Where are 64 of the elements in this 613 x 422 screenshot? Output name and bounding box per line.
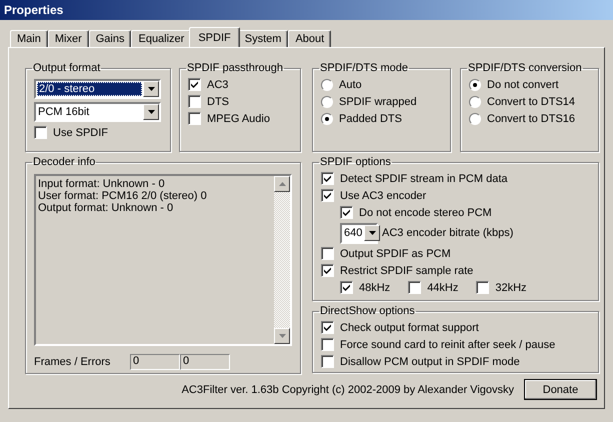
errors-field: 0 (180, 354, 230, 370)
radio-button[interactable] (321, 112, 333, 124)
checkbox[interactable]: AC3 (188, 76, 292, 93)
group-title: Decoder info (32, 156, 96, 168)
radio-label[interactable]: Auto (339, 78, 362, 90)
check-icon (342, 208, 351, 217)
caret-icon (148, 87, 154, 91)
radio-button[interactable] (469, 112, 481, 124)
checkbox[interactable]: Use AC3 encoder (321, 187, 590, 204)
info-line: Output format: Unknown - 0 (38, 202, 174, 214)
checkbox[interactable]: Check output format support (321, 319, 590, 336)
group-title: SPDIF passthrough (186, 62, 284, 74)
group-title: SPDIF/DTS mode (319, 62, 410, 74)
tab[interactable]: About (288, 30, 332, 47)
checkbox[interactable]: 48kHz (340, 279, 390, 296)
tab[interactable]: Gains (88, 30, 132, 47)
tab[interactable]: Mixer (48, 30, 89, 47)
tab[interactable]: Main (10, 30, 48, 47)
radio-button[interactable] (469, 78, 481, 90)
radio-label[interactable]: Padded DTS (339, 112, 402, 124)
caret-icon (148, 110, 154, 114)
scroll-down-icon (278, 334, 286, 338)
check-icon (190, 80, 199, 89)
checkbox[interactable]: 32kHz (476, 279, 527, 296)
frames-field: 0 (130, 354, 180, 370)
donate-button[interactable]: Donate (524, 379, 597, 400)
radio-button[interactable] (321, 78, 333, 90)
check-icon (323, 323, 332, 332)
frames-errors-label: Frames / Errors (34, 356, 112, 368)
radio-label[interactable]: Do not convert (487, 78, 559, 90)
checkbox[interactable]: MPEG Audio (188, 110, 292, 127)
check-icon (323, 266, 332, 275)
checkbox[interactable]: Disallow PCM output in SPDIF mode (321, 353, 590, 370)
checkbox[interactable]: 44kHz (408, 279, 458, 296)
checkbox[interactable]: Detect SPDIF stream in PCM data (321, 170, 590, 187)
group-title: SPDIF options (319, 156, 392, 168)
radio-label[interactable]: Convert to DTS16 (487, 112, 576, 124)
check-icon (342, 283, 351, 292)
dropdown[interactable]: PCM 16bit (34, 102, 161, 122)
window-title: Properties (0, 0, 613, 20)
tab[interactable]: SPDIF (189, 27, 240, 47)
checkbox[interactable]: Do not encode stereo PCM (340, 204, 590, 221)
caret-icon (368, 231, 376, 235)
group-title: Output format (32, 62, 102, 74)
checkbox[interactable]: DTS (188, 93, 292, 110)
checkbox[interactable]: Output SPDIF as PCM (321, 245, 590, 262)
checkbox[interactable]: Force sound card to reinit after seek / pause (321, 336, 590, 353)
radio-label[interactable]: SPDIF wrapped (339, 96, 417, 108)
radio-label[interactable]: Convert to DTS14 (487, 96, 576, 108)
bitrate-dropdown[interactable]: 640 (340, 222, 378, 244)
checkbox[interactable]: Use SPDIF (34, 124, 162, 141)
radio-button[interactable] (321, 96, 333, 108)
checkbox[interactable]: Restrict SPDIF sample rate (321, 262, 590, 279)
info-line: Input format: Unknown - 0 (38, 178, 166, 190)
group-title: SPDIF/DTS conversion (467, 62, 583, 74)
group-title: DirectShow options (319, 305, 416, 317)
dropdown[interactable]: 2/0 - stereo (34, 79, 161, 99)
tab[interactable]: System (238, 30, 288, 47)
info-line: User format: PCM16 2/0 (stereo) 0 (38, 190, 208, 202)
scroll-up-icon (278, 182, 286, 186)
dropdown-label: AC3 encoder bitrate (kbps) (382, 227, 514, 239)
copyright-text: AC3Filter ver. 1.63b Copyright (c) 2002-2009 by Alexander Vigovsky (182, 384, 514, 396)
radio-button[interactable] (469, 96, 481, 108)
scrollbar[interactable] (274, 176, 290, 344)
